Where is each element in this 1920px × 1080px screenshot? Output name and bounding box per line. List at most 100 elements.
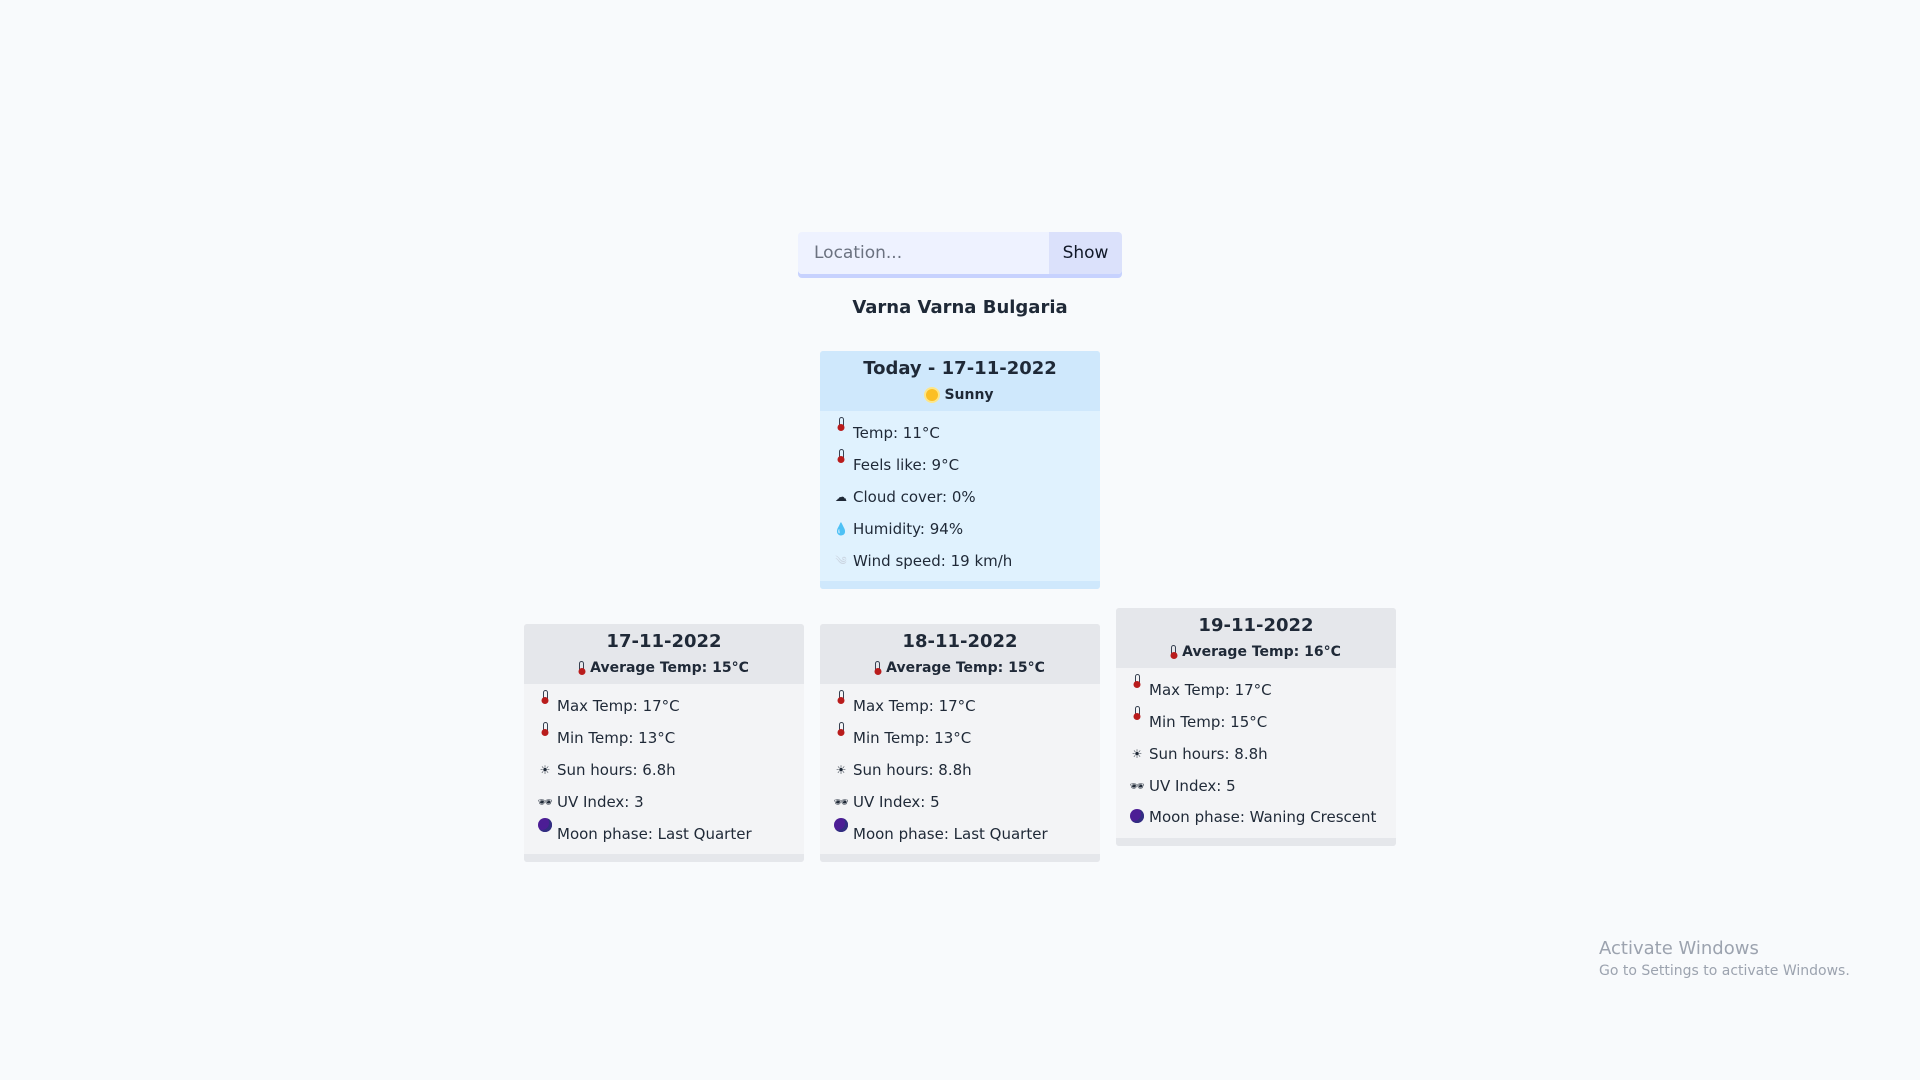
sun-icon: ☀	[835, 763, 847, 777]
watermark-title: Activate Windows	[1599, 938, 1759, 959]
average-temp-label: Average Temp: 16°C	[1182, 644, 1341, 660]
thermometer-icon	[834, 449, 848, 460]
location-search-form: Show	[798, 232, 1122, 274]
max-temp-row: Max Temp: 17°C	[834, 690, 1088, 722]
forecast-date: 19-11-2022	[1198, 615, 1314, 636]
max-temp: Max Temp: 17°C	[1149, 681, 1272, 699]
show-button[interactable]: Show	[1049, 232, 1122, 274]
max-temp-row: Max Temp: 17°C	[538, 690, 792, 722]
today-card-header: Today - 17-11-2022 Sunny	[820, 351, 1100, 411]
sun-hours: Sun hours: 8.8h	[1149, 745, 1268, 763]
uv-index: UV Index: 5	[1149, 777, 1236, 795]
thermometer-icon	[875, 660, 881, 676]
moon-icon	[538, 818, 552, 832]
moon-phase: Moon phase: Last Quarter	[557, 825, 752, 843]
thermometer-icon	[538, 690, 552, 701]
sun-hours: Sun hours: 6.8h	[557, 761, 676, 779]
max-temp-row: Max Temp: 17°C	[1130, 674, 1384, 706]
wind-icon: ༄	[835, 554, 847, 568]
forecast-average-temp: Average Temp: 16°C	[1126, 644, 1386, 660]
today-cloud-cover: Cloud cover: 0%	[853, 488, 976, 506]
droplet-icon: 💧	[833, 522, 849, 536]
forecast-card: 18-11-2022 Average Temp: 15°C Max Temp: …	[820, 624, 1100, 862]
min-temp-row: Min Temp: 13°C	[834, 722, 1088, 754]
sunglasses-icon: 🕶	[833, 795, 849, 809]
moon-phase-row: Moon phase: Last Quarter	[834, 818, 1088, 850]
today-cloud-row: ☁ Cloud cover: 0%	[834, 481, 1088, 513]
min-temp: Min Temp: 13°C	[557, 729, 676, 747]
forecast-card-footer	[1116, 838, 1396, 846]
uv-index-row: 🕶 UV Index: 5	[1129, 770, 1384, 802]
thermometer-icon	[1130, 706, 1144, 717]
moon-phase: Moon phase: Last Quarter	[853, 825, 1048, 843]
today-feels-like: Feels like: 9°C	[853, 456, 960, 474]
today-title: Today - 17-11-2022	[863, 358, 1057, 379]
average-temp-label: Average Temp: 15°C	[886, 660, 1045, 676]
location-input[interactable]	[798, 232, 1049, 274]
thermometer-icon	[579, 660, 585, 676]
forecast-average-temp: Average Temp: 15°C	[534, 660, 794, 676]
today-humidity: Humidity: 94%	[853, 520, 964, 538]
forecast-card: 17-11-2022 Average Temp: 15°C Max Temp: …	[524, 624, 804, 862]
forecast-card-footer	[820, 854, 1100, 862]
thermometer-icon	[538, 722, 552, 733]
weather-app: Show Varna Varna Bulgaria Today - 17-11-…	[0, 0, 1920, 1080]
forecast-card-body: Max Temp: 17°C Min Temp: 13°C ☀ Sun hour…	[820, 684, 1100, 854]
sun-icon: ☀	[1131, 747, 1143, 761]
thermometer-icon	[834, 417, 848, 428]
today-card: Today - 17-11-2022 Sunny Temp: 11°C Feel…	[820, 351, 1100, 589]
moon-icon	[834, 818, 848, 832]
forecast-card-body: Max Temp: 17°C Min Temp: 15°C ☀ Sun hour…	[1116, 668, 1396, 838]
forecast-card-header: 17-11-2022 Average Temp: 15°C	[524, 624, 804, 684]
forecast-date: 17-11-2022	[606, 631, 722, 652]
forecast-date: 18-11-2022	[902, 631, 1018, 652]
min-temp: Min Temp: 13°C	[853, 729, 972, 747]
sun-hours-row: ☀ Sun hours: 6.8h	[538, 754, 792, 786]
sun-icon: ☀	[539, 763, 551, 777]
today-humidity-row: 💧 Humidity: 94%	[834, 513, 1088, 545]
thermometer-icon	[834, 722, 848, 733]
forecast-average-temp: Average Temp: 15°C	[830, 660, 1090, 676]
min-temp-row: Min Temp: 13°C	[538, 722, 792, 754]
sunglasses-icon: 🕶	[1129, 779, 1145, 793]
today-temp: Temp: 11°C	[853, 424, 940, 442]
activate-windows-watermark: Activate Windows Go to Settings to activ…	[1599, 938, 1850, 979]
cloud-icon: ☁	[835, 490, 847, 504]
forecast-card-footer	[524, 854, 804, 862]
moon-icon	[1130, 809, 1144, 823]
sun-icon	[926, 389, 939, 401]
sun-hours-row: ☀ Sun hours: 8.8h	[1130, 738, 1384, 770]
max-temp: Max Temp: 17°C	[557, 697, 680, 715]
min-temp-row: Min Temp: 15°C	[1130, 706, 1384, 738]
condition-label: Sunny	[944, 387, 994, 403]
sunglasses-icon: 🕶	[537, 795, 553, 809]
max-temp: Max Temp: 17°C	[853, 697, 976, 715]
uv-index: UV Index: 5	[853, 793, 940, 811]
uv-index-row: 🕶 UV Index: 3	[537, 786, 792, 818]
forecast-card-header: 19-11-2022 Average Temp: 16°C	[1116, 608, 1396, 668]
average-temp-label: Average Temp: 15°C	[590, 660, 749, 676]
sun-hours: Sun hours: 8.8h	[853, 761, 972, 779]
moon-phase-row: Moon phase: Waning Crescent	[1130, 802, 1384, 834]
thermometer-icon	[1171, 644, 1177, 660]
today-temp-row: Temp: 11°C	[834, 417, 1088, 449]
today-card-body: Temp: 11°C Feels like: 9°C ☁ Cloud cover…	[820, 411, 1100, 581]
min-temp: Min Temp: 15°C	[1149, 713, 1268, 731]
forecast-card: 19-11-2022 Average Temp: 16°C Max Temp: …	[1116, 608, 1396, 846]
uv-index: UV Index: 3	[557, 793, 644, 811]
today-card-footer	[820, 581, 1100, 589]
today-wind-row: ༄ Wind speed: 19 km/h	[834, 545, 1088, 577]
moon-phase-row: Moon phase: Last Quarter	[538, 818, 792, 850]
thermometer-icon	[834, 690, 848, 701]
watermark-subtitle: Go to Settings to activate Windows.	[1599, 963, 1850, 979]
uv-index-row: 🕶 UV Index: 5	[833, 786, 1088, 818]
thermometer-icon	[1130, 674, 1144, 685]
forecast-card-body: Max Temp: 17°C Min Temp: 13°C ☀ Sun hour…	[524, 684, 804, 854]
today-condition: Sunny	[830, 387, 1090, 403]
sun-hours-row: ☀ Sun hours: 8.8h	[834, 754, 1088, 786]
today-wind-speed: Wind speed: 19 km/h	[853, 552, 1013, 570]
today-feels-like-row: Feels like: 9°C	[834, 449, 1088, 481]
forecast-card-header: 18-11-2022 Average Temp: 15°C	[820, 624, 1100, 684]
location-title: Varna Varna Bulgaria	[852, 297, 1068, 318]
moon-phase: Moon phase: Waning Crescent	[1149, 808, 1377, 826]
